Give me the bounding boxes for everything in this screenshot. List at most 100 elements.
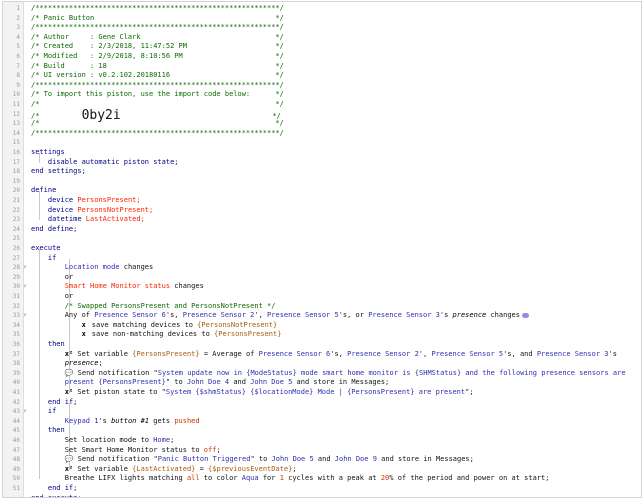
code-line[interactable]: 7 /* Build : 18 */ xyxy=(3,62,641,71)
code-line[interactable]: 38 presence; xyxy=(3,359,641,368)
code-line[interactable]: 17 disable automatic piston state; xyxy=(3,158,641,167)
code-text: or xyxy=(31,292,73,301)
line-number: 1 xyxy=(16,5,20,12)
code-line[interactable]: 50 Breathe LIFX lights matching all to c… xyxy=(3,474,641,483)
line-number: 40 xyxy=(12,379,20,387)
code-line[interactable]: 10 /* To import this piston, use the impo… xyxy=(3,90,641,99)
line-number: 30 xyxy=(12,283,20,291)
code-line[interactable]: 44 Keypad 1's button #1 gets pushed xyxy=(3,417,641,426)
code-line[interactable]: 21 device PersonsPresent; xyxy=(3,196,641,205)
code-line[interactable]: 42 end if; xyxy=(3,398,641,407)
code-line[interactable]: 19 xyxy=(3,177,641,186)
code-line[interactable]: 5 /* Created : 2/3/2018, 11:47:52 PM */ xyxy=(3,42,641,51)
code-text: present {PersonsPresent}" to John Doe 4 … xyxy=(31,378,390,387)
text-token: Set Smart Home Monitor status to xyxy=(31,445,204,454)
code-line[interactable]: 22 device PersonsNotPresent; xyxy=(3,206,641,215)
code-line[interactable]: 8 /* UI version : v0.2.102.20180116 */ xyxy=(3,71,641,80)
keyword-token: settings xyxy=(31,148,65,156)
code-line[interactable]: 32 /* Swapped PersonsPresent and Persons… xyxy=(3,302,641,311)
device-token: Presence Sensor 3 xyxy=(368,311,440,320)
keyword-token: if xyxy=(47,407,57,416)
code-text: disable automatic piston state; xyxy=(31,158,179,167)
text-token: "; xyxy=(465,388,474,396)
piston-code-view: 1 /**************************************… xyxy=(2,1,642,498)
text-token: and xyxy=(229,378,251,387)
code-line[interactable]: 51 end if; xyxy=(3,484,641,493)
text-token: gets xyxy=(149,416,175,425)
keyword-token: end if; xyxy=(47,397,78,406)
code-line[interactable]: 14 /*************************************… xyxy=(3,129,641,138)
code-line[interactable]: 15 xyxy=(3,138,641,147)
code-line[interactable]: 35 x save non-matching devices to {Perso… xyxy=(3,330,641,339)
line-number: 28 xyxy=(12,264,20,272)
text-token: ', xyxy=(254,311,268,320)
line-number: 48 xyxy=(12,456,20,464)
code-line[interactable]: 3 /**************************************… xyxy=(3,23,641,32)
code-line[interactable]: 16 settings xyxy=(3,148,641,157)
code-line[interactable]: 36 then xyxy=(3,340,641,349)
device-token: Keypad 1 xyxy=(64,416,99,425)
code-text: device PersonsNotPresent; xyxy=(31,206,153,215)
code-line[interactable]: 39 💬 Send notification "System update no… xyxy=(3,369,641,378)
code-line[interactable]: 25 xyxy=(3,234,641,243)
text-token: changes xyxy=(486,311,520,320)
device-token: Presence Sensor 5 xyxy=(431,349,504,358)
code-line[interactable]: 37 x² Set variable {PersonsPresent} = Av… xyxy=(3,350,641,359)
code-text: then xyxy=(31,426,65,435)
line-number: 25 xyxy=(12,235,20,243)
text-token: = xyxy=(195,464,209,473)
code-line[interactable]: 43 ⚡ if xyxy=(3,407,641,416)
line-number: 5 xyxy=(16,43,20,51)
code-line[interactable]: 24 end define; xyxy=(3,225,641,234)
code-text: 💬 Send notification "Panic Button Trigge… xyxy=(31,455,474,464)
code-line[interactable]: 30 ⚡ Smart Home Monitor status changes xyxy=(3,282,641,291)
code-line[interactable]: 34 x save matching devices to {PersonsNo… xyxy=(3,321,641,330)
line-number: 36 xyxy=(12,341,20,348)
code-line[interactable]: 27 if xyxy=(3,254,641,263)
code-line[interactable]: 13 /* */ xyxy=(3,119,641,128)
code-text: Location mode changes xyxy=(31,263,154,272)
line-number: 29 xyxy=(12,273,20,281)
line-number: 19 xyxy=(12,177,20,185)
options-pill-icon[interactable] xyxy=(521,312,529,318)
code-line[interactable]: 1 /**************************************… xyxy=(3,4,641,13)
code-line[interactable]: 33 ⚡ Any of Presence Sensor 6's, Presence… xyxy=(3,311,641,320)
code-text: presence; xyxy=(31,359,103,368)
code-line[interactable]: 9 /**************************************… xyxy=(3,81,641,90)
code-line[interactable]: 23 datetime LastActivated; xyxy=(3,215,641,224)
code-line[interactable]: 12/* 0by2i */ xyxy=(3,109,641,122)
code-line[interactable]: 18 end settings; xyxy=(3,167,641,176)
text-token: Set piston state to " xyxy=(73,388,166,396)
code-line[interactable]: 49 x² Set variable {LastActivated} = {$p… xyxy=(3,465,641,474)
code-line[interactable]: 6 /* Modified : 2/9/2018, 8:10:56 PM */ xyxy=(3,52,641,61)
code-line[interactable]: 20 define xyxy=(3,186,641,195)
code-line[interactable]: 28 ⚡ Location mode changes xyxy=(3,263,641,272)
code-line[interactable]: 4 /* Author : Gene Clark */ xyxy=(3,33,641,42)
code-text: /***************************************… xyxy=(31,129,284,138)
line-number: 50 xyxy=(12,475,20,483)
code-line[interactable]: end execute; xyxy=(3,494,641,497)
line-number: 27 xyxy=(12,254,20,262)
code-line[interactable]: 40 present {PersonsPresent}" to John Doe… xyxy=(3,378,641,387)
line-number: 11 xyxy=(12,101,20,108)
code-text: /* */ xyxy=(31,119,284,128)
code-line[interactable]: 31 or xyxy=(3,292,641,301)
code-text: /***************************************… xyxy=(31,81,284,90)
text-token: and store in Messages; xyxy=(292,378,390,387)
code-line[interactable]: 45 then xyxy=(3,426,641,435)
code-line[interactable]: 2 /* Panic Button */ xyxy=(3,14,641,23)
code-line[interactable]: 41 x² Set piston state to "System {$shmS… xyxy=(3,388,641,397)
code-line[interactable]: 26 execute xyxy=(3,244,641,253)
code-line[interactable]: 46 Set location mode to Home; xyxy=(3,436,641,445)
text-token: and store in Messages; xyxy=(376,455,474,464)
code-line[interactable]: 48 💬 Send notification "Panic Button Tri… xyxy=(3,455,641,464)
comment-token: /* Modified : 2/9/2018, 8:10:56 PM */ xyxy=(31,52,284,60)
line-number: 6 xyxy=(16,53,20,60)
code-line[interactable]: 47 Set Smart Home Monitor status to off; xyxy=(3,446,641,455)
code-line[interactable]: 29 or xyxy=(3,273,641,282)
